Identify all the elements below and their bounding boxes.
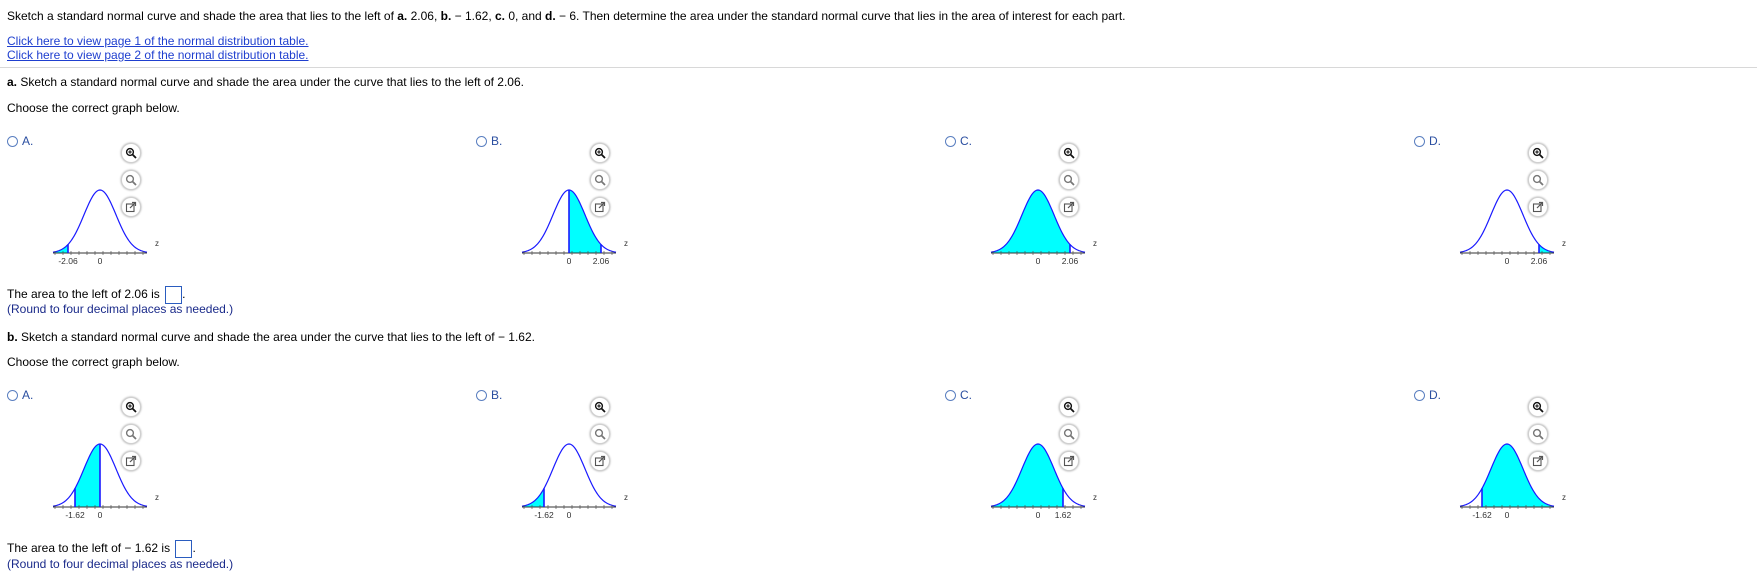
zoom-in-icon[interactable] — [590, 397, 610, 417]
open-in-new-window-icon[interactable] — [121, 197, 141, 217]
zoom-out-icon[interactable] — [590, 424, 610, 444]
open-in-new-window-icon[interactable] — [590, 451, 610, 471]
tick-label: 0 — [567, 510, 572, 520]
tick-label: 0 — [1505, 256, 1510, 266]
z-axis-label: z — [1093, 239, 1097, 248]
part-a-choose-text: Choose the correct graph below. — [7, 101, 180, 115]
part-b-option-c-letter: C. — [960, 388, 972, 402]
part-b-option-c-graph: 0 1.62 z — [990, 443, 1097, 520]
open-in-new-window-icon[interactable] — [590, 197, 610, 217]
part-b-answer-line: The area to the left of − 1.62 is . — [7, 540, 196, 558]
question-instruction: Sketch a standard normal curve and shade… — [7, 9, 1126, 23]
part-a-option-d-letter: D. — [1429, 134, 1441, 148]
part-b-option-b-graph: -1.62 0 z — [521, 443, 628, 520]
part-b-option-d-letter: D. — [1429, 388, 1441, 402]
zoom-out-icon[interactable] — [1059, 424, 1079, 444]
tick-label: 2.06 — [593, 256, 610, 266]
z-axis-label: z — [624, 239, 628, 248]
tick-label: 0 — [1036, 510, 1041, 520]
part-b-option-d-radio[interactable]: D. — [1414, 388, 1441, 402]
z-axis-label: z — [624, 493, 628, 502]
open-in-new-window-icon[interactable] — [1059, 197, 1079, 217]
zoom-out-icon[interactable] — [590, 170, 610, 190]
shaded-area — [524, 488, 544, 507]
tick-label: -1.62 — [65, 510, 85, 520]
part-b-option-d-graph: -1.62 0 z — [1459, 443, 1566, 520]
zoom-in-icon[interactable] — [590, 143, 610, 163]
zoom-in-icon[interactable] — [1528, 397, 1548, 417]
part-a-option-c-graph: 0 2.06 z — [990, 189, 1097, 266]
z-axis-label: z — [1093, 493, 1097, 502]
part-a-option-d-radio-circle[interactable] — [1414, 135, 1425, 147]
part-b-choose-text: Choose the correct graph below. — [7, 355, 180, 369]
tick-label: 0 — [1505, 510, 1510, 520]
part-a-option-d-radio[interactable]: D. — [1414, 134, 1441, 148]
tick-label: 2.06 — [1062, 256, 1079, 266]
part-b-round-hint: (Round to four decimal places as needed.… — [7, 557, 234, 571]
part-a-option-a-letter: A. — [22, 134, 34, 148]
table-page-2-link[interactable]: Click here to view page 2 of the normal … — [7, 48, 309, 62]
part-b-option-a-letter: A. — [22, 388, 34, 402]
zoom-out-icon[interactable] — [1528, 170, 1548, 190]
open-in-new-window-icon[interactable] — [1059, 451, 1079, 471]
tick-label: 0 — [98, 510, 103, 520]
tick-label: 0 — [98, 256, 103, 266]
shaded-area — [993, 444, 1063, 507]
part-a-round-hint: (Round to four decimal places as needed.… — [7, 302, 234, 316]
tick-label: -1.62 — [1472, 510, 1492, 520]
part-a-option-b-radio-circle[interactable] — [476, 135, 487, 147]
open-in-new-window-icon[interactable] — [1528, 451, 1548, 471]
tick-label: 2.06 — [1531, 256, 1548, 266]
part-b-option-b-radio-circle[interactable] — [476, 389, 487, 401]
zoom-in-icon[interactable] — [1059, 397, 1079, 417]
part-a-option-a-graph: -2.06 0 z — [52, 189, 159, 266]
part-a-option-d-graph: 0 2.06 z — [1459, 189, 1566, 266]
tick-label: 0 — [1036, 256, 1041, 266]
tick-label: 0 — [567, 256, 572, 266]
tick-label: -1.62 — [534, 510, 554, 520]
part-a-option-b-letter: B. — [491, 134, 503, 148]
divider — [0, 67, 1757, 68]
part-a-option-b-radio[interactable]: B. — [476, 134, 502, 148]
zoom-out-icon[interactable] — [1528, 424, 1548, 444]
part-a-option-c-letter: C. — [960, 134, 972, 148]
z-axis-label: z — [1562, 493, 1566, 502]
open-in-new-window-icon[interactable] — [1528, 197, 1548, 217]
zoom-in-icon[interactable] — [121, 143, 141, 163]
part-b-option-a-graph: -1.62 0 z — [52, 443, 159, 520]
open-in-new-window-icon[interactable] — [121, 451, 141, 471]
part-b-answer-input[interactable] — [175, 540, 193, 558]
part-b-option-a-radio[interactable]: A. — [7, 388, 33, 402]
part-a-option-c-radio-circle[interactable] — [945, 135, 956, 147]
tick-label: -2.06 — [58, 256, 78, 266]
zoom-out-icon[interactable] — [121, 170, 141, 190]
tick-label: 1.62 — [1055, 510, 1072, 520]
zoom-out-icon[interactable] — [121, 424, 141, 444]
part-a-prompt: a. Sketch a standard normal curve and sh… — [7, 75, 524, 89]
part-a-option-c-radio[interactable]: C. — [945, 134, 972, 148]
z-axis-label: z — [155, 239, 159, 248]
part-b-option-d-radio-circle[interactable] — [1414, 389, 1425, 401]
part-b-option-a-radio-circle[interactable] — [7, 389, 18, 401]
part-a-option-a-radio[interactable]: A. — [7, 134, 33, 148]
table-page-1-link[interactable]: Click here to view page 1 of the normal … — [7, 34, 309, 48]
shaded-area — [993, 190, 1070, 253]
part-a-option-a-radio-circle[interactable] — [7, 135, 18, 147]
zoom-in-icon[interactable] — [1059, 143, 1079, 163]
zoom-out-icon[interactable] — [1059, 170, 1079, 190]
zoom-in-icon[interactable] — [1528, 143, 1548, 163]
part-b-option-c-radio[interactable]: C. — [945, 388, 972, 402]
part-b-prompt: b. Sketch a standard normal curve and sh… — [7, 330, 535, 344]
z-axis-label: z — [1562, 239, 1566, 248]
z-axis-label: z — [155, 493, 159, 502]
zoom-in-icon[interactable] — [121, 397, 141, 417]
part-b-option-b-radio[interactable]: B. — [476, 388, 502, 402]
part-b-option-c-radio-circle[interactable] — [945, 389, 956, 401]
shaded-area — [75, 444, 100, 507]
part-b-option-b-letter: B. — [491, 388, 503, 402]
part-a-option-b-graph: 0 2.06 z — [521, 189, 628, 266]
